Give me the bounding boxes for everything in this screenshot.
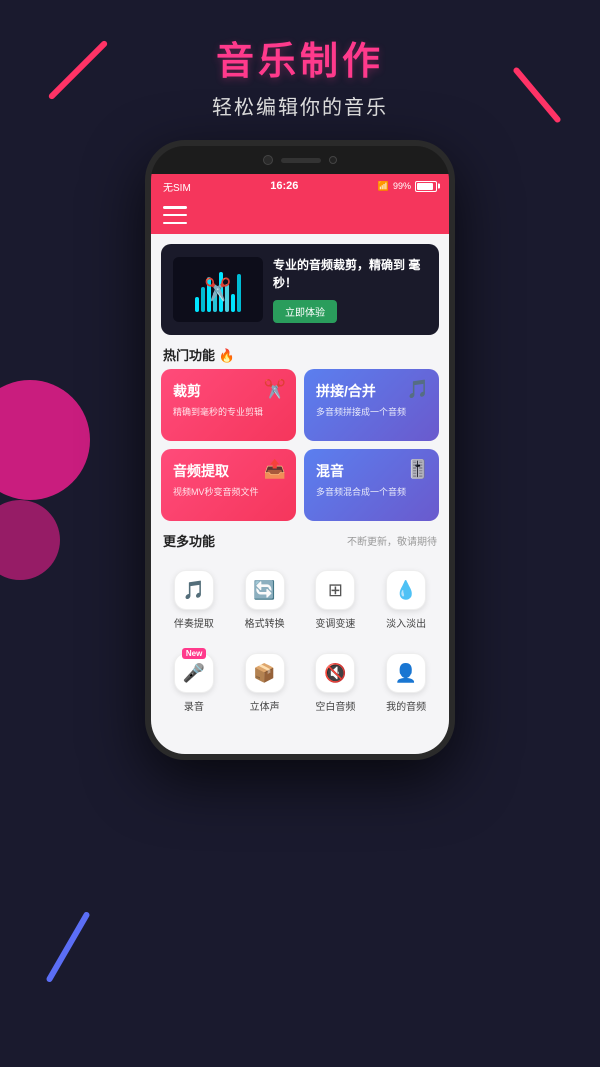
top-area: 音乐制作 轻松编辑你的音乐 xyxy=(212,0,388,120)
menu-button[interactable] xyxy=(163,206,187,224)
more-item-pitch[interactable]: ⊞ 变调变速 xyxy=(303,560,369,638)
hot-section-title: 热门功能 🔥 xyxy=(163,345,235,364)
hot-card-extract[interactable]: 音频提取 视频MV秒变音频文件 📤 xyxy=(161,449,296,521)
more-features-grid: 🎵 伴奏提取 🔄 格式转换 ⊞ 变调变速 💧 淡入淡出 New xyxy=(151,555,449,731)
menu-line-3 xyxy=(163,222,187,225)
more-item-blank[interactable]: 🔇 空白音频 xyxy=(303,643,369,721)
hot-card-extract-desc: 视频MV秒变音频文件 xyxy=(173,485,284,498)
blank-label: 空白音频 xyxy=(315,698,355,713)
hot-card-mix[interactable]: 混音 多音频混合成一个音频 🎚️ xyxy=(304,449,439,521)
extract-icon: 📤 xyxy=(264,459,286,480)
sensor xyxy=(329,156,337,164)
more-item-fade[interactable]: 💧 淡入淡出 xyxy=(373,560,439,638)
hot-card-trim[interactable]: 裁剪 精确到毫秒的专业剪辑 ✂️ xyxy=(161,369,296,441)
more-section-title: 更多功能 xyxy=(163,531,215,550)
stereo-label: 立体声 xyxy=(250,698,280,713)
signal-icon: 📶 xyxy=(378,181,389,192)
page-subtitle: 轻松编辑你的音乐 xyxy=(212,91,388,120)
format-icon: 🔄 xyxy=(245,570,285,610)
more-section-header: 更多功能 不断更新，敬请期待 xyxy=(151,521,449,555)
record-label: 录音 xyxy=(184,698,204,713)
bg-line-red2 xyxy=(512,66,562,123)
battery-pct: 99% xyxy=(393,181,411,191)
time-display: 16:26 xyxy=(270,180,298,192)
fade-label: 淡入淡出 xyxy=(386,615,426,630)
accompany-label: 伴奏提取 xyxy=(174,615,214,630)
banner-visual: ✂️ xyxy=(173,257,263,322)
hot-card-trim-desc: 精确到毫秒的专业剪辑 xyxy=(173,405,284,418)
mix-icon: 🎚️ xyxy=(407,459,429,480)
merge-icon: 🎵 xyxy=(407,379,429,400)
fade-icon: 💧 xyxy=(386,570,426,610)
scissors-icon: ✂️ xyxy=(204,277,231,303)
hot-features-grid: 裁剪 精确到毫秒的专业剪辑 ✂️ 拼接/合并 多音频拼接成一个音频 🎵 音频提取… xyxy=(151,369,449,521)
bg-circle-1 xyxy=(0,380,90,500)
page-title: 音乐制作 xyxy=(212,30,388,85)
pitch-icon: ⊞ xyxy=(315,570,355,610)
hot-card-merge[interactable]: 拼接/合并 多音频拼接成一个音频 🎵 xyxy=(304,369,439,441)
status-icons: 📶 99% xyxy=(378,181,437,192)
more-item-stereo[interactable]: 📦 立体声 xyxy=(232,643,298,721)
my-audio-label: 我的音频 xyxy=(386,698,426,713)
stereo-icon: 📦 xyxy=(245,653,285,693)
battery-fill xyxy=(417,183,433,190)
menu-line-1 xyxy=(163,206,187,209)
battery-icon xyxy=(415,181,437,192)
banner[interactable]: ✂️ 专业的音频裁剪，精确到 毫秒！ 立即体验 xyxy=(161,244,439,335)
my-audio-icon: 👤 xyxy=(386,653,426,693)
carrier-text: 无SIM xyxy=(163,179,191,194)
blank-icon: 🔇 xyxy=(315,653,355,693)
phone-top-bar xyxy=(151,146,449,174)
pitch-label: 变调变速 xyxy=(315,615,355,630)
banner-cta-button[interactable]: 立即体验 xyxy=(273,300,337,323)
more-item-format[interactable]: 🔄 格式转换 xyxy=(232,560,298,638)
menu-line-2 xyxy=(163,214,187,217)
phone-screen: ✂️ 专业的音频裁剪，精确到 毫秒！ 立即体验 热门功能 🔥 裁剪 精确到毫秒的… xyxy=(151,234,449,754)
banner-title: 专业的音频裁剪，精确到 毫秒！ xyxy=(273,256,427,292)
bg-line-blue xyxy=(45,911,90,983)
bg-circle-2 xyxy=(0,500,60,580)
more-item-record[interactable]: New 🎤 录音 xyxy=(161,643,227,721)
more-item-accompany[interactable]: 🎵 伴奏提取 xyxy=(161,560,227,638)
record-icon: 🎤 xyxy=(174,653,214,693)
more-item-my-audio[interactable]: 👤 我的音频 xyxy=(373,643,439,721)
app-header xyxy=(151,198,449,234)
accompany-icon: 🎵 xyxy=(174,570,214,610)
banner-text: 专业的音频裁剪，精确到 毫秒！ 立即体验 xyxy=(273,256,427,323)
hot-card-mix-desc: 多音频混合成一个音频 xyxy=(316,485,427,498)
status-bar: 无SIM 16:26 📶 99% xyxy=(151,174,449,198)
hot-section-header: 热门功能 🔥 xyxy=(151,335,449,369)
new-badge: New xyxy=(182,648,206,659)
bg-line-red xyxy=(48,40,109,101)
format-label: 格式转换 xyxy=(245,615,285,630)
phone-frame: 无SIM 16:26 📶 99% xyxy=(145,140,455,760)
more-section-subtitle: 不断更新，敬请期待 xyxy=(347,533,437,548)
phone-wrapper: 无SIM 16:26 📶 99% xyxy=(145,140,455,760)
hot-card-merge-desc: 多音频拼接成一个音频 xyxy=(316,405,427,418)
front-camera xyxy=(263,155,273,165)
phone-speaker xyxy=(281,158,321,163)
trim-icon: ✂️ xyxy=(264,379,286,400)
